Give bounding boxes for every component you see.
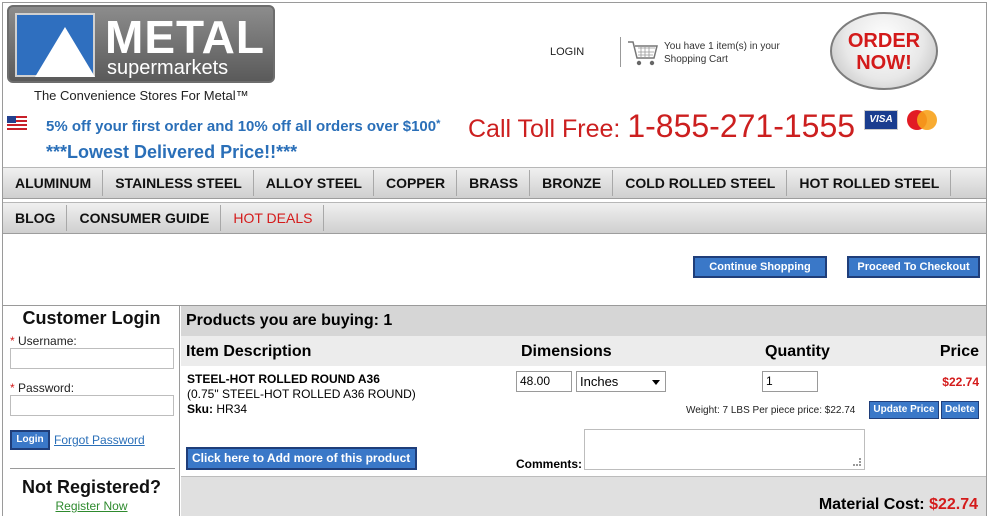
login-button[interactable]: Login <box>10 430 50 450</box>
resize-grip-icon[interactable] <box>853 458 861 466</box>
username-label-text: Username: <box>18 334 77 348</box>
col-item-description: Item Description <box>186 343 312 360</box>
material-cost: Material Cost: $22.74 <box>819 496 978 514</box>
cart-heading: Products you are buying: 1 <box>181 306 986 336</box>
sku-value: HR34 <box>216 402 248 416</box>
nav-hot-deals[interactable]: HOT DEALS <box>221 205 325 231</box>
add-more-product-button[interactable]: Click here to Add more of this product <box>186 447 417 470</box>
order-now-line2: NOW! <box>856 52 912 74</box>
phone-number: 1-855-271-1555 <box>627 108 856 144</box>
lowest-price-banner: ***Lowest Delivered Price!!*** <box>46 142 298 162</box>
chevron-down-icon <box>652 380 660 385</box>
visa-card-icon: VISA <box>864 110 898 130</box>
item-subtitle: (0.75" STEEL-HOT ROLLED A36 ROUND) <box>187 387 416 401</box>
continue-shopping-button[interactable]: Continue Shopping <box>693 256 827 278</box>
nav-copper[interactable]: COPPER <box>374 170 458 196</box>
cart-column-headers: Item Description Dimensions Quantity Pri… <box>181 336 986 366</box>
order-now-line1: ORDER <box>847 30 921 52</box>
proceed-to-checkout-button[interactable]: Proceed To Checkout <box>847 256 980 278</box>
sidebar-divider <box>10 468 175 469</box>
logo-triangle-badge <box>15 13 95 77</box>
required-mark: * <box>10 381 15 395</box>
forgot-password-link[interactable]: Forgot Password <box>54 433 145 447</box>
us-flag-icon <box>7 116 27 130</box>
col-quantity: Quantity <box>765 343 830 360</box>
promo-asterisk: * <box>436 118 441 130</box>
col-price: Price <box>939 343 979 360</box>
cart-summary[interactable]: You have 1 item(s) in your Shopping Cart <box>664 40 804 66</box>
mastercard-icon <box>907 110 937 130</box>
header-divider <box>620 37 621 67</box>
item-price: $22.74 <box>942 375 979 389</box>
nav-alloy-steel[interactable]: ALLOY STEEL <box>254 170 374 196</box>
not-registered-title: Not Registered? <box>21 477 162 497</box>
quantity-input[interactable]: 1 <box>762 371 818 392</box>
logo-metal-text: METAL <box>105 11 266 63</box>
nav-stainless-steel[interactable]: STAINLESS STEEL <box>103 170 254 196</box>
nav-cold-rolled-steel[interactable]: COLD ROLLED STEEL <box>613 170 788 196</box>
delete-button[interactable]: Delete <box>941 401 979 419</box>
toll-free-phone: Call Toll Free: 1-855-271-1555 <box>468 108 855 145</box>
nav-consumer-guide[interactable]: CONSUMER GUIDE <box>67 205 222 231</box>
promo-main: 5% off your first order and 10% off all … <box>46 118 437 135</box>
register-now-link[interactable]: Register Now <box>3 499 180 513</box>
col-dimensions: Dimensions <box>521 343 612 360</box>
cart-total-band: Material Cost: $22.74 <box>181 476 986 516</box>
nav-hot-rolled-steel[interactable]: HOT ROLLED STEEL <box>787 170 952 196</box>
item-weight: Weight: 7 LBS Per piece price: $22.74 <box>686 405 856 416</box>
password-input[interactable] <box>10 395 174 416</box>
logo-supermarkets-text: supermarkets <box>107 57 229 79</box>
shopping-cart-icon[interactable] <box>626 38 660 68</box>
tagline: The Convenience Stores For Metal™ <box>34 88 249 103</box>
nav-aluminum[interactable]: ALUMINUM <box>3 170 104 196</box>
item-title: STEEL-HOT ROLLED ROUND A36 <box>187 372 380 386</box>
call-label: Call Toll Free: <box>468 115 621 143</box>
unit-select[interactable]: Inches <box>576 371 666 392</box>
secondary-nav: BLOG CONSUMER GUIDE HOT DEALS <box>3 202 986 234</box>
nav-brass[interactable]: BRASS <box>457 170 531 196</box>
update-price-button[interactable]: Update Price <box>869 401 939 419</box>
header-login-link[interactable]: LOGIN <box>550 46 584 58</box>
primary-nav: ALUMINUM STAINLESS STEEL ALLOY STEEL COP… <box>3 167 986 199</box>
comments-label: Comments: <box>516 457 583 471</box>
password-label: * Password: <box>10 381 74 395</box>
dimension-input[interactable]: 48.00 <box>516 371 572 392</box>
sku-label: Sku: <box>187 402 214 416</box>
order-now-button[interactable]: ORDER NOW! <box>830 12 938 90</box>
nav-blog[interactable]: BLOG <box>3 205 68 231</box>
item-sku: Sku: HR34 <box>187 402 247 416</box>
metal-supermarkets-logo[interactable]: METAL supermarkets <box>7 5 275 83</box>
comments-textarea[interactable] <box>584 429 865 470</box>
customer-login-title: Customer Login <box>22 308 161 328</box>
material-label: Material Cost: <box>818 496 925 513</box>
username-label: * Username: <box>10 334 77 348</box>
triangle-icon <box>35 27 95 77</box>
password-label-text: Password: <box>18 381 75 395</box>
username-input[interactable] <box>10 348 174 369</box>
material-value: $22.74 <box>929 496 978 513</box>
login-sidebar: Customer Login * Username: * Password: L… <box>3 306 180 516</box>
nav-bronze[interactable]: BRONZE <box>530 170 614 196</box>
required-mark: * <box>10 334 15 348</box>
promo-text: 5% off your first order and 10% off all … <box>46 118 440 135</box>
unit-value: Inches <box>580 374 619 389</box>
